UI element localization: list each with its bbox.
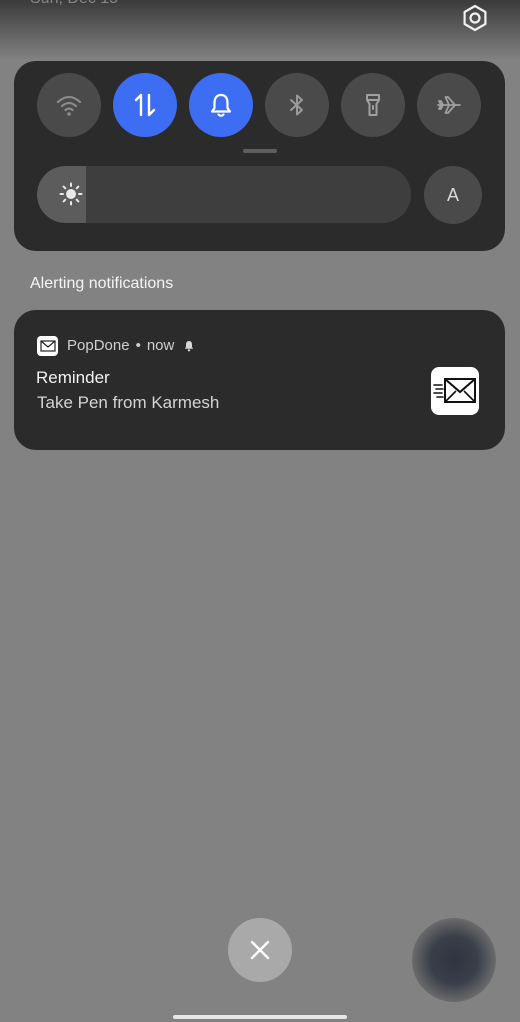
settings-button[interactable] (459, 2, 491, 34)
envelope-icon (39, 340, 56, 352)
settings-gear-icon (463, 4, 487, 32)
panel-expand-handle[interactable] (243, 149, 277, 153)
brightness-slider[interactable] (37, 166, 411, 223)
mobile-data-tile[interactable] (113, 73, 177, 137)
bluetooth-icon (290, 94, 303, 116)
close-icon (250, 940, 270, 960)
notification-thumbnail (431, 367, 479, 415)
flashlight-icon (366, 94, 380, 116)
notification-time: now (146, 337, 175, 354)
floating-chat-bubble[interactable] (412, 918, 496, 1002)
notification-title: Reminder (36, 368, 110, 387)
bell-icon (210, 93, 232, 117)
notification-app-name: PopDone (67, 337, 130, 354)
status-date: Sun, Dec 15 (30, 0, 118, 8)
sound-tile[interactable] (189, 73, 253, 137)
app-icon (37, 336, 58, 356)
notification-card[interactable]: PopDone • now Reminder Take Pen from Kar… (14, 310, 505, 450)
flashlight-tile[interactable] (341, 73, 405, 137)
notification-body: Take Pen from Karmesh (37, 393, 220, 412)
auto-brightness-button[interactable]: A (424, 166, 482, 224)
brightness-sun-icon (59, 182, 83, 206)
alerting-bell-icon (183, 340, 195, 352)
notification-separator: • (135, 337, 141, 354)
airplane-mode-tile[interactable] (417, 73, 481, 137)
bluetooth-tile[interactable] (265, 73, 329, 137)
wifi-tile[interactable] (37, 73, 101, 137)
wifi-icon (56, 95, 82, 116)
notifications-section-title: Alerting notifications (30, 275, 174, 292)
notification-header: PopDone • now (67, 337, 195, 354)
status-bar-shade (0, 0, 520, 60)
envelope-icon (433, 378, 476, 403)
clear-all-button[interactable] (228, 918, 292, 982)
mobile-data-icon (134, 93, 156, 117)
quick-settings-panel: A (14, 61, 505, 251)
home-gesture-bar[interactable] (173, 1015, 347, 1019)
airplane-icon (437, 96, 461, 114)
